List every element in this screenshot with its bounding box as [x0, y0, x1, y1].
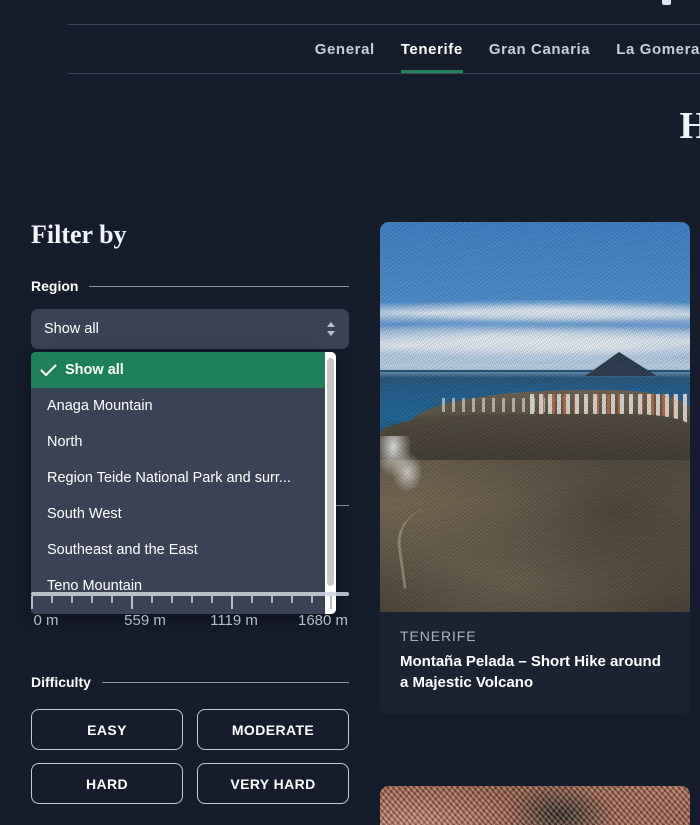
region-dropdown-menu[interactable]: Show all Anaga Mountain North Region Tei…	[31, 352, 336, 614]
dropdown-scrollbar-track[interactable]	[325, 352, 336, 614]
ruler-tick-minor	[251, 596, 253, 603]
hike-card[interactable]	[380, 786, 690, 825]
ruler-tick-minor	[291, 596, 293, 603]
ruler-tick-minor	[211, 596, 213, 603]
region-label: Region	[31, 278, 78, 294]
ruler-tick-major	[31, 596, 33, 609]
nav-tab-label: Gran Canaria	[489, 41, 590, 58]
region-option-north[interactable]: North	[31, 424, 325, 460]
difficulty-button-very-hard[interactable]: VERY HARD	[197, 763, 349, 804]
difficulty-button-easy[interactable]: EASY	[31, 709, 183, 750]
ruler-tick-minor	[191, 596, 193, 603]
ruler-tick-major	[131, 596, 133, 609]
primary-nav: General Tenerife Gran Canaria La Gomera	[68, 24, 700, 74]
filter-panel: Filter by Region Show all	[31, 222, 349, 349]
region-select-value: Show all	[44, 321, 325, 337]
difficulty-filter: Difficulty EASY MODERATE HARD VERY HARD	[31, 674, 349, 804]
ruler-tick-minor	[271, 596, 273, 603]
check-icon	[31, 364, 65, 377]
region-option-label: North	[47, 434, 82, 450]
top-partial-indicator	[662, 0, 671, 5]
region-dropdown-list: Show all Anaga Mountain North Region Tei…	[31, 352, 325, 614]
region-option-teide-national-park[interactable]: Region Teide National Park and surr...	[31, 460, 325, 496]
ruler-tick-major	[330, 596, 332, 609]
elevation-range-slider[interactable]: 0 m 559 m 1119 m 1680 m	[31, 596, 349, 632]
nav-tab-tenerife[interactable]: Tenerife	[401, 24, 463, 74]
ruler-tick-minor	[151, 596, 153, 603]
region-option-label: Region Teide National Park and surr...	[47, 470, 291, 486]
difficulty-label-row: Difficulty	[31, 674, 349, 690]
ruler-label: 0 m	[33, 612, 58, 629]
region-option-south-west[interactable]: South West	[31, 496, 325, 532]
difficulty-label-rule	[102, 682, 349, 683]
nav-tab-general[interactable]: General	[315, 24, 375, 74]
region-select[interactable]: Show all	[31, 309, 349, 349]
region-label-rule	[89, 286, 349, 287]
ruler-label: 1680 m	[298, 612, 348, 629]
nav-tab-label: Tenerife	[401, 41, 463, 58]
ruler-tick-major	[231, 596, 233, 609]
ruler-label: 1119 m	[210, 612, 258, 629]
region-option-label: Southeast and the East	[47, 542, 198, 558]
difficulty-options-grid: EASY MODERATE HARD VERY HARD	[31, 709, 349, 804]
nav-tab-la-gomera[interactable]: La Gomera	[616, 24, 700, 74]
filter-panel-heading: Filter by	[31, 222, 349, 248]
elevation-ruler-labels: 0 m 559 m 1119 m 1680 m	[31, 612, 349, 632]
region-option-label: Show all	[65, 362, 124, 378]
hike-card[interactable]: TENERIFE Montaña Pelada – Short Hike aro…	[380, 222, 690, 714]
nav-tab-label: La Gomera	[616, 41, 700, 58]
region-option-anaga-mountain[interactable]: Anaga Mountain	[31, 388, 325, 424]
hike-card-region: TENERIFE	[400, 628, 670, 644]
nav-tab-label: General	[315, 41, 375, 58]
ruler-tick-minor	[91, 596, 93, 603]
difficulty-label: Difficulty	[31, 674, 91, 690]
hike-card-body: TENERIFE Montaña Pelada – Short Hike aro…	[380, 612, 690, 714]
ruler-tick-minor	[111, 596, 113, 603]
elevation-ruler-ticks	[31, 596, 349, 610]
region-option-label: Anaga Mountain	[47, 398, 153, 414]
ruler-tick-minor	[71, 596, 73, 603]
region-label-row: Region	[31, 278, 349, 294]
difficulty-button-moderate[interactable]: MODERATE	[197, 709, 349, 750]
ruler-tick-minor	[171, 596, 173, 603]
dropdown-scrollbar-thumb[interactable]	[327, 358, 334, 586]
region-option-show-all[interactable]: Show all	[31, 352, 325, 388]
stepper-updown-icon	[325, 319, 337, 339]
region-option-label: South West	[47, 506, 122, 522]
nav-divider-bottom	[68, 73, 700, 74]
hike-card-title: Montaña Pelada – Short Hike around a Maj…	[400, 651, 670, 694]
ruler-tick-minor	[51, 596, 53, 603]
ruler-label: 559 m	[124, 612, 166, 629]
difficulty-button-hard[interactable]: HARD	[31, 763, 183, 804]
page-title: Hiking o	[120, 104, 700, 148]
coastal-volcano-photo	[380, 222, 690, 612]
region-option-southeast-and-the-east[interactable]: Southeast and the East	[31, 532, 325, 568]
nav-tab-gran-canaria[interactable]: Gran Canaria	[489, 24, 590, 74]
red-lichen-rock-photo	[380, 786, 690, 825]
ruler-tick-minor	[311, 596, 313, 603]
